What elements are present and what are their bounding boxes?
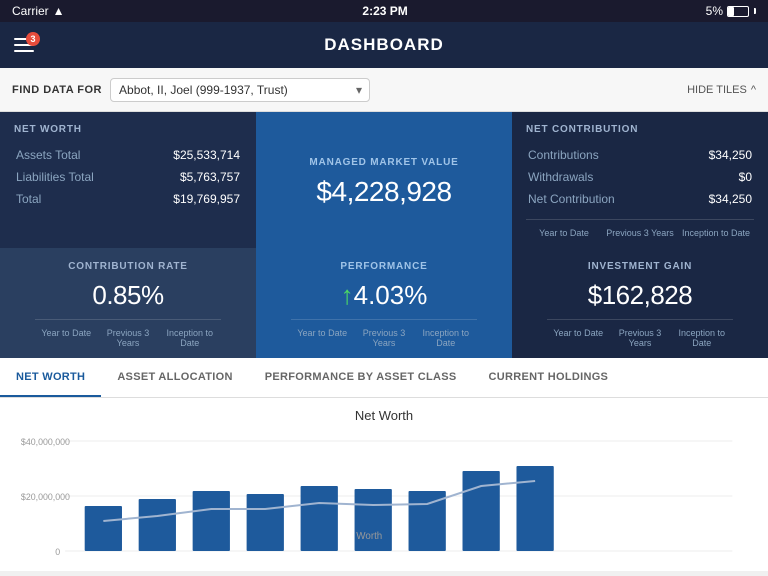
- net-contribution-title: NET CONTRIBUTION: [526, 124, 754, 135]
- page-title: DASHBOARD: [324, 35, 444, 55]
- tile-net-worth: NET WORTH Assets Total $25,533,714 Liabi…: [0, 112, 256, 248]
- tab-net-worth[interactable]: NET WORTH: [0, 358, 101, 397]
- performance-arrow: ↑: [341, 280, 354, 310]
- contribution-rate-time-tabs: Year to Date Previous 3 Years Inception …: [35, 319, 220, 350]
- carrier-label: Carrier: [12, 4, 49, 18]
- assets-value: $25,533,714: [138, 145, 240, 165]
- tab-cr-year-to-date[interactable]: Year to Date: [35, 326, 97, 350]
- investment-gain-value: $162,828: [588, 280, 692, 311]
- contribution-rate-title: CONTRIBUTION RATE: [14, 261, 242, 272]
- svg-text:Worth: Worth: [356, 531, 382, 542]
- find-data-bar: FIND DATA FOR Abbot, II, Joel (999-1937,…: [0, 68, 768, 112]
- tab-asset-allocation[interactable]: ASSET ALLOCATION: [101, 358, 248, 397]
- battery-label: 5%: [706, 4, 723, 18]
- table-row: Contributions $34,250: [528, 145, 752, 165]
- tab-ig-inception-to-date[interactable]: Inception to Date: [671, 326, 733, 350]
- net-worth-chart: $40,000,000 $20,000,000 0 Worth: [16, 431, 752, 561]
- net-worth-title: NET WORTH: [14, 124, 242, 135]
- contribution-table: Contributions $34,250 Withdrawals $0 Net…: [526, 143, 754, 211]
- table-row: Liabilities Total $5,763,757: [16, 167, 240, 187]
- tab-previous-3-years[interactable]: Previous 3 Years: [602, 226, 678, 240]
- net-contribution-value: $34,250: [678, 189, 752, 209]
- tab-inception-to-date[interactable]: Inception to Date: [678, 226, 754, 240]
- withdrawals-label: Withdrawals: [528, 167, 676, 187]
- liabilities-label: Liabilities Total: [16, 167, 136, 187]
- mmv-value: $4,228,928: [316, 176, 451, 208]
- hide-tiles-button[interactable]: HIDE TILES ^: [687, 84, 756, 96]
- tile-contribution-rate: CONTRIBUTION RATE 0.85% Year to Date Pre…: [0, 248, 256, 358]
- tab-current-holdings[interactable]: CURRENT HOLDINGS: [473, 358, 625, 397]
- chart-area: Net Worth $40,000,000 $20,000,000 0 Wo: [0, 398, 768, 571]
- investment-gain-title: INVESTMENT GAIN: [526, 261, 754, 272]
- tab-ig-year-to-date[interactable]: Year to Date: [547, 326, 609, 350]
- assets-label: Assets Total: [16, 145, 136, 165]
- status-time: 2:23 PM: [362, 4, 407, 18]
- withdrawals-value: $0: [678, 167, 752, 187]
- tile-performance: PERFORMANCE ↑4.03% Year to Date Previous…: [256, 248, 512, 358]
- account-select-wrapper[interactable]: Abbot, II, Joel (999-1937, Trust): [110, 78, 370, 102]
- tab-ig-previous-3-years[interactable]: Previous 3 Years: [609, 326, 671, 350]
- find-data-label: FIND DATA FOR: [12, 84, 102, 96]
- investment-gain-time-tabs: Year to Date Previous 3 Years Inception …: [547, 319, 732, 350]
- tab-perf-previous-3-years[interactable]: Previous 3 Years: [353, 326, 415, 350]
- performance-value: ↑4.03%: [341, 280, 428, 311]
- net-contribution-time-tabs: Year to Date Previous 3 Years Inception …: [526, 219, 754, 240]
- tile-managed-market-value: MANAGED MARKET VALUE $4,228,928: [256, 112, 512, 248]
- hide-tiles-label: HIDE TILES: [687, 84, 747, 96]
- tab-performance-by-asset-class[interactable]: PERFORMANCE BY ASSET CLASS: [249, 358, 473, 397]
- tile-investment-gain: INVESTMENT GAIN $162,828 Year to Date Pr…: [512, 248, 768, 358]
- tab-year-to-date[interactable]: Year to Date: [526, 226, 602, 240]
- notification-badge: 3: [26, 32, 40, 46]
- table-row: Withdrawals $0: [528, 167, 752, 187]
- tab-perf-year-to-date[interactable]: Year to Date: [291, 326, 353, 350]
- svg-text:$40,000,000: $40,000,000: [21, 437, 70, 447]
- performance-title: PERFORMANCE: [270, 261, 498, 272]
- find-data-left: FIND DATA FOR Abbot, II, Joel (999-1937,…: [12, 78, 370, 102]
- app-header: 3 DASHBOARD: [0, 22, 768, 68]
- table-row: Net Contribution $34,250: [528, 189, 752, 209]
- table-row: Assets Total $25,533,714: [16, 145, 240, 165]
- chart-title: Net Worth: [16, 408, 752, 423]
- tab-perf-inception-to-date[interactable]: Inception to Date: [415, 326, 477, 350]
- status-left: Carrier ▲: [12, 4, 65, 18]
- contributions-label: Contributions: [528, 145, 676, 165]
- wifi-icon: ▲: [53, 4, 65, 18]
- total-value: $19,769,957: [138, 189, 240, 209]
- performance-time-tabs: Year to Date Previous 3 Years Inception …: [291, 319, 476, 350]
- chart-container: $40,000,000 $20,000,000 0 Worth: [16, 431, 752, 561]
- svg-text:$20,000,000: $20,000,000: [21, 492, 70, 502]
- total-label: Total: [16, 189, 136, 209]
- account-select[interactable]: Abbot, II, Joel (999-1937, Trust): [110, 78, 370, 102]
- hide-tiles-chevron: ^: [751, 84, 756, 96]
- menu-button[interactable]: 3: [14, 38, 34, 52]
- status-bar: Carrier ▲ 2:23 PM 5%: [0, 0, 768, 22]
- contributions-value: $34,250: [678, 145, 752, 165]
- tab-cr-previous-3-years[interactable]: Previous 3 Years: [97, 326, 159, 350]
- liabilities-value: $5,763,757: [138, 167, 240, 187]
- battery-cap: [754, 8, 756, 14]
- svg-text:0: 0: [55, 547, 60, 557]
- battery-icon: [727, 6, 749, 17]
- net-contribution-label: Net Contribution: [528, 189, 676, 209]
- tile-net-contribution: NET CONTRIBUTION Contributions $34,250 W…: [512, 112, 768, 248]
- contribution-rate-value: 0.85%: [92, 280, 163, 311]
- tab-cr-inception-to-date[interactable]: Inception to Date: [159, 326, 221, 350]
- status-right: 5%: [706, 4, 756, 18]
- table-row: Total $19,769,957: [16, 189, 240, 209]
- nav-tabs: NET WORTH ASSET ALLOCATION PERFORMANCE B…: [0, 358, 768, 398]
- tiles-grid: NET WORTH Assets Total $25,533,714 Liabi…: [0, 112, 768, 358]
- performance-number: 4.03%: [354, 280, 428, 310]
- net-worth-table: Assets Total $25,533,714 Liabilities Tot…: [14, 143, 242, 211]
- mmv-title: MANAGED MARKET VALUE: [309, 157, 458, 168]
